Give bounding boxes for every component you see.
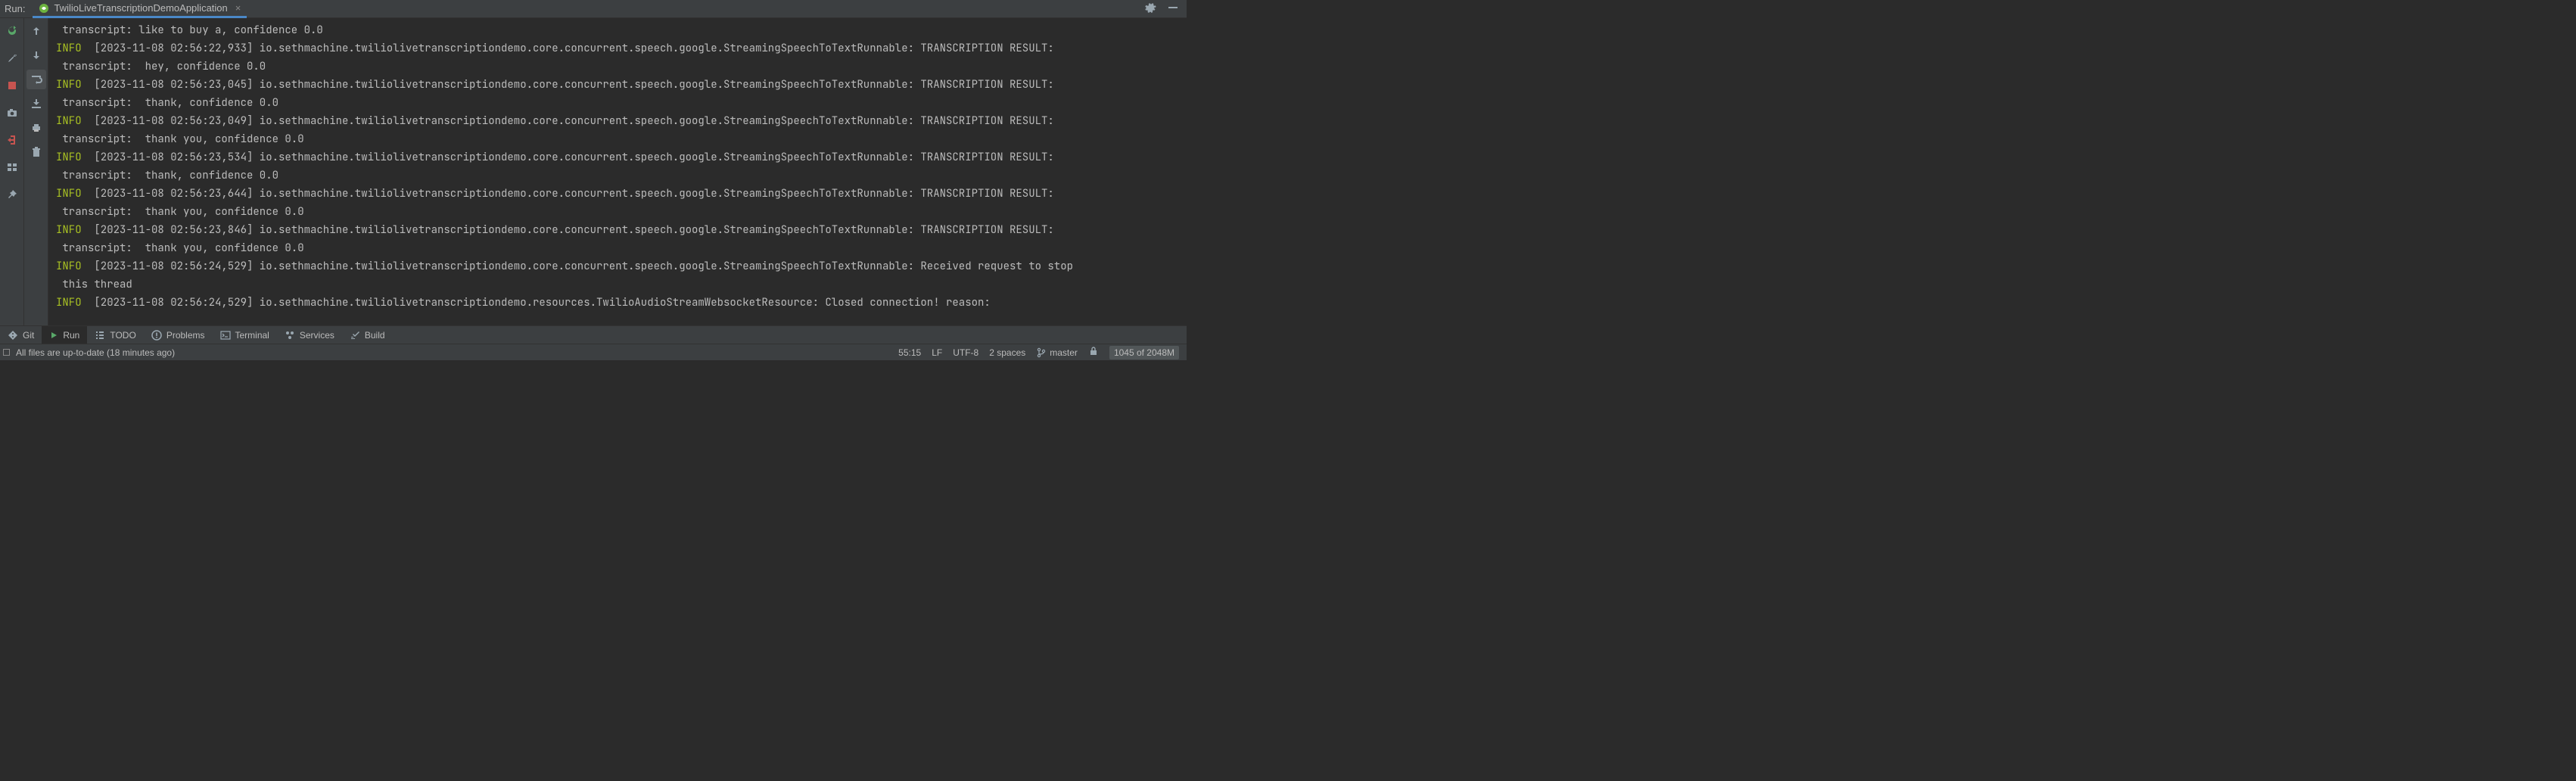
tab-terminal-label: Terminal (235, 330, 269, 341)
status-bar: All files are up-to-date (18 minutes ago… (0, 344, 1187, 360)
tab-git[interactable]: Git (0, 326, 42, 344)
exit-icon[interactable] (2, 130, 22, 150)
branch-name: master (1050, 347, 1078, 358)
tool-window-bar: Git Run TODO Problems Terminal Services … (0, 325, 1187, 344)
console-output[interactable]: transcript: like to buy a, confidence 0.… (48, 18, 1187, 325)
run-config-tab[interactable]: TwilioLiveTranscriptionDemoApplication × (33, 0, 247, 18)
soft-wrap-button[interactable] (26, 70, 46, 89)
run-label: Run: (5, 3, 33, 14)
tab-problems[interactable]: Problems (144, 326, 213, 344)
line-separator[interactable]: LF (932, 347, 942, 358)
layout-icon[interactable] (2, 157, 22, 177)
stop-button[interactable] (2, 76, 22, 95)
run-tool-body: transcript: like to buy a, confidence 0.… (0, 18, 1187, 325)
tab-build[interactable]: Build (342, 326, 393, 344)
file-encoding[interactable]: UTF-8 (953, 347, 978, 358)
camera-icon[interactable] (2, 103, 22, 123)
wrench-icon[interactable] (2, 48, 22, 68)
tab-title: TwilioLiveTranscriptionDemoApplication (54, 2, 227, 14)
indent-info[interactable]: 2 spaces (989, 347, 1025, 358)
tab-todo-label: TODO (110, 330, 135, 341)
rerun-button[interactable] (2, 21, 22, 41)
tab-services[interactable]: Services (277, 326, 342, 344)
tab-build-label: Build (365, 330, 385, 341)
memory-indicator[interactable]: 1045 of 2048M (1109, 346, 1179, 359)
tab-terminal[interactable]: Terminal (213, 326, 277, 344)
status-message: All files are up-to-date (18 minutes ago… (16, 347, 175, 358)
tab-run[interactable]: Run (42, 326, 87, 344)
tab-todo[interactable]: TODO (87, 326, 143, 344)
trash-icon[interactable] (26, 142, 46, 162)
caret-position[interactable]: 55:15 (898, 347, 921, 358)
lock-icon[interactable] (1088, 346, 1099, 359)
spring-icon (39, 3, 49, 14)
print-icon[interactable] (26, 118, 46, 138)
run-toolbar-primary (0, 18, 24, 325)
down-arrow-icon[interactable] (26, 45, 46, 65)
run-toolbar-secondary (24, 18, 48, 325)
scroll-to-end-button[interactable] (26, 94, 46, 114)
tab-git-label: Git (23, 330, 34, 341)
tab-problems-label: Problems (166, 330, 205, 341)
tab-services-label: Services (300, 330, 334, 341)
gear-icon[interactable] (1144, 2, 1156, 16)
minimize-icon[interactable] (1167, 2, 1179, 16)
run-tool-header: Run: TwilioLiveTranscriptionDemoApplicat… (0, 0, 1187, 18)
tab-run-label: Run (63, 330, 79, 341)
up-arrow-icon[interactable] (26, 21, 46, 41)
close-tab-icon[interactable]: × (235, 2, 241, 14)
pin-icon[interactable] (2, 185, 22, 204)
branch-icon (1036, 347, 1047, 358)
git-branch[interactable]: master (1036, 347, 1078, 358)
status-square-icon[interactable] (3, 349, 10, 356)
